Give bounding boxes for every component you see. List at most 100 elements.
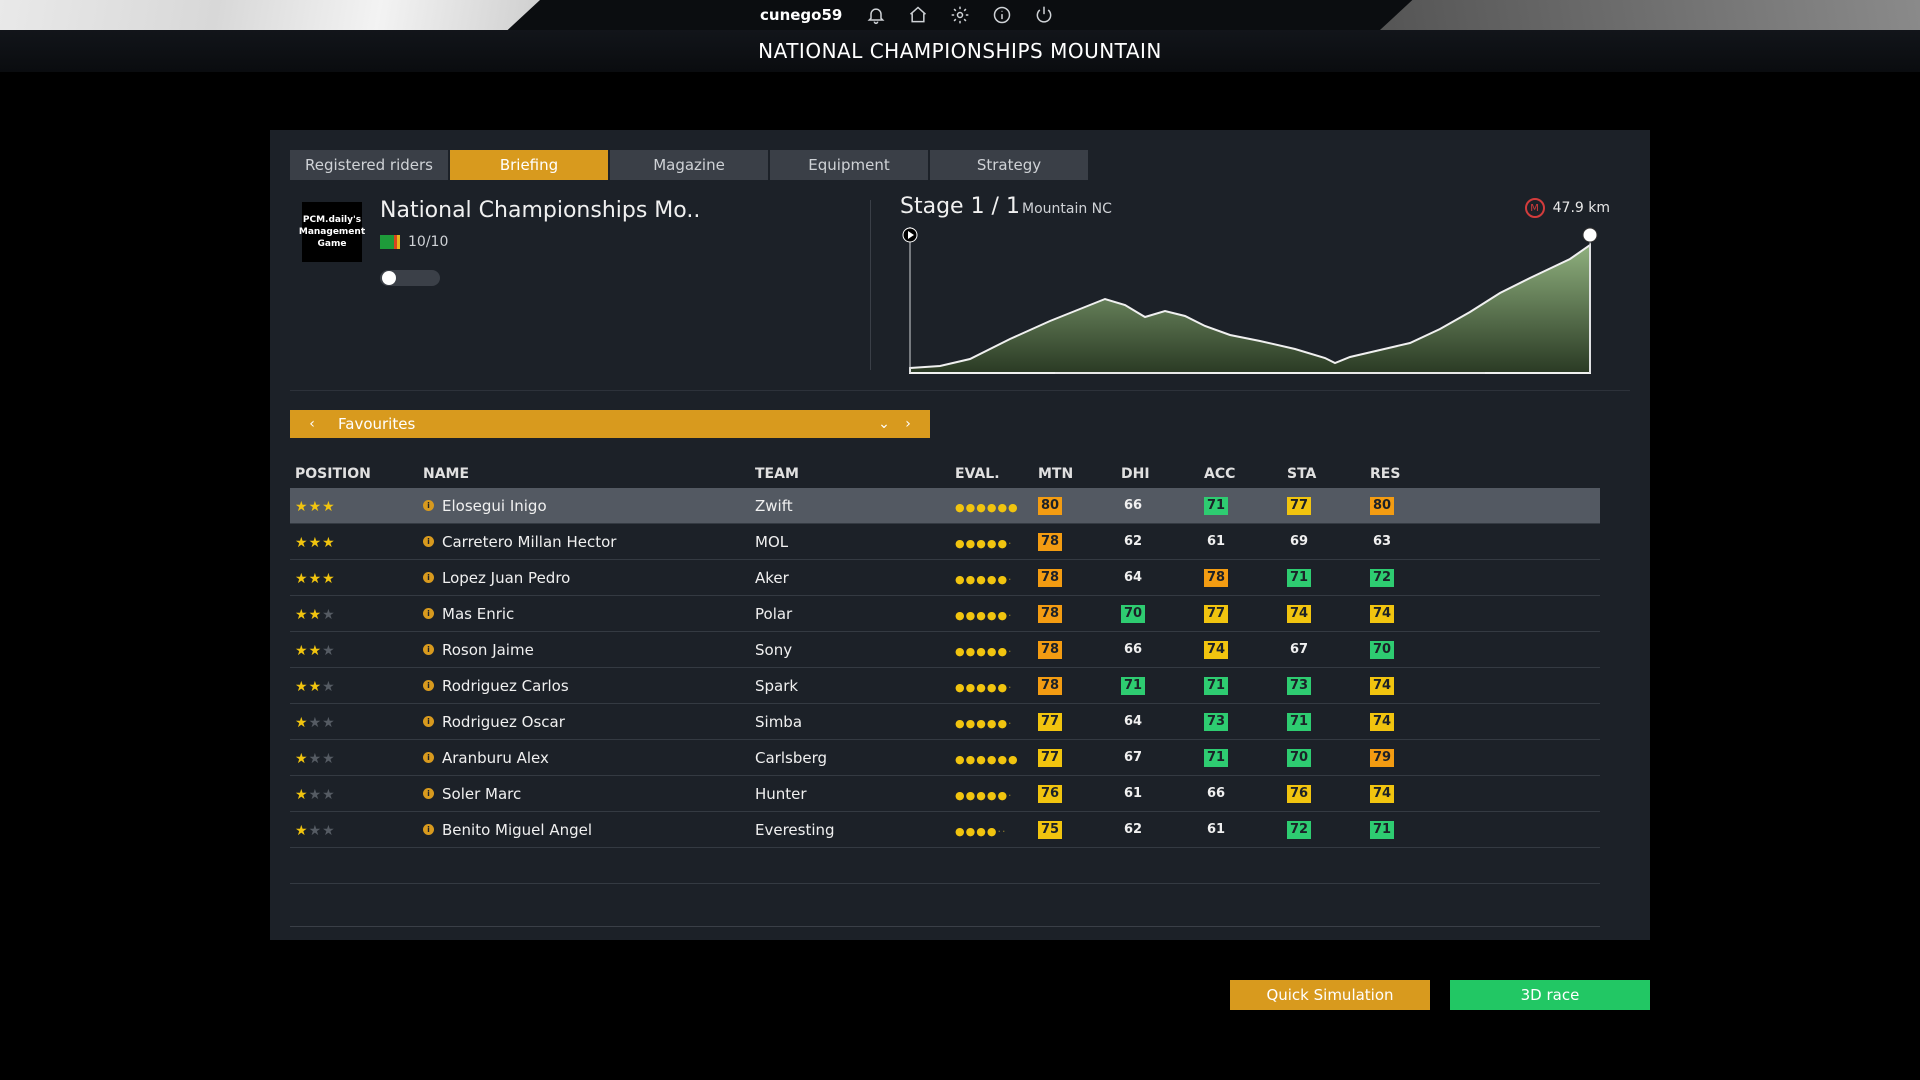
stat-sta-value: 70 <box>1287 748 1311 767</box>
header-mtn[interactable]: MTN <box>1038 466 1121 482</box>
stat-acc: 71 <box>1204 496 1287 515</box>
stat-sta: 67 <box>1287 641 1370 659</box>
table-row[interactable]: ★★★ i Carretero Millan Hector MOL ●●●●●· 78 62… <box>290 524 1600 560</box>
rider-info-icon[interactable]: i <box>423 824 434 835</box>
eval-dots-icon: ●●●●●· <box>955 644 1013 658</box>
eval-dots-icon: ●●●●●· <box>955 608 1013 622</box>
decorative-banner-left <box>0 0 540 30</box>
rider-team: Hunter <box>755 784 807 803</box>
stat-sta-value: 74 <box>1287 604 1311 623</box>
home-icon[interactable] <box>904 1 932 29</box>
rider-info-icon[interactable]: i <box>423 500 434 511</box>
table-row[interactable]: ★★★ i Aranburu Alex Carlsberg ●●●●●● 77 67 71 70… <box>290 740 1600 776</box>
table-row[interactable]: ★★★ i Rodriguez Carlos Spark ●●●●●· 78 71 71 73 7… <box>290 668 1600 704</box>
stat-dhi-value: 71 <box>1121 676 1145 695</box>
table-row[interactable]: ★★★ i Elosegui Inigo Zwift ●●●●●● 80 66 71 77 80 <box>290 488 1600 524</box>
rider-team: Aker <box>755 568 789 587</box>
star-icon: ★★★ <box>295 786 336 803</box>
gear-icon[interactable] <box>946 1 974 29</box>
weather-toggle[interactable] <box>380 270 440 286</box>
rider-stars: ★★★ <box>290 497 423 515</box>
stat-res: 74 <box>1370 784 1453 803</box>
stat-res-value: 71 <box>1370 820 1394 839</box>
rider-name[interactable]: Rodriguez Carlos <box>442 677 569 695</box>
stat-mtn-value: 80 <box>1038 496 1062 515</box>
chevron-left-icon[interactable]: ‹ <box>300 416 324 432</box>
profile-area <box>909 243 1591 374</box>
stat-sta: 74 <box>1287 604 1370 623</box>
eval-dots-icon: ●●●●●· <box>955 716 1013 730</box>
tab-registered-riders[interactable]: Registered riders <box>290 150 448 180</box>
rider-info-icon[interactable]: i <box>423 716 434 727</box>
rider-eval: ●●●●●· <box>955 677 1038 695</box>
table-row[interactable]: ★★★ i Rodriguez Oscar Simba ●●●●●· 77 64 73 71 74 <box>290 704 1600 740</box>
rider-eval: ●●●●●· <box>955 641 1038 659</box>
rider-info-icon[interactable]: i <box>423 752 434 763</box>
power-icon[interactable] <box>1030 1 1058 29</box>
table-row[interactable]: ★★★ i Roson Jaime Sony ●●●●●· 78 66 74 67 70 <box>290 632 1600 668</box>
stat-acc-value: 73 <box>1204 712 1228 731</box>
stat-mtn-value: 75 <box>1038 820 1062 839</box>
header-dhi[interactable]: DHI <box>1121 466 1204 482</box>
chevron-down-icon[interactable]: ⌄ <box>872 416 896 432</box>
star-icon: ★★★ <box>295 570 336 587</box>
info-icon[interactable] <box>988 1 1016 29</box>
bell-icon[interactable] <box>862 1 890 29</box>
eval-dots-icon: ●●●●●· <box>955 788 1013 802</box>
stat-res-value: 63 <box>1372 534 1392 549</box>
tab-briefing[interactable]: Briefing <box>450 150 608 180</box>
rider-name[interactable]: Lopez Juan Pedro <box>442 569 570 587</box>
3d-race-button[interactable]: 3D race <box>1450 980 1650 1010</box>
header-acc[interactable]: ACC <box>1204 466 1287 482</box>
quick-simulation-button[interactable]: Quick Simulation <box>1230 980 1430 1010</box>
stat-acc: 73 <box>1204 712 1287 731</box>
rider-name[interactable]: Rodriguez Oscar <box>442 713 565 731</box>
rider-stars: ★★★ <box>290 533 423 551</box>
table-row[interactable]: ★★★ i Soler Marc Hunter ●●●●●· 76 61 66 76 74 <box>290 776 1600 812</box>
stat-res: 80 <box>1370 496 1453 515</box>
rider-name[interactable]: Benito Miguel Angel <box>442 821 592 839</box>
tab-strategy[interactable]: Strategy <box>930 150 1088 180</box>
header-res[interactable]: RES <box>1370 466 1453 482</box>
chevron-right-icon[interactable]: › <box>896 416 920 432</box>
rider-name[interactable]: Elosegui Inigo <box>442 497 547 515</box>
table-row[interactable]: ★★★ i Mas Enric Polar ●●●●●· 78 70 77 74 74 <box>290 596 1600 632</box>
rider-name[interactable]: Mas Enric <box>442 605 514 623</box>
header-position[interactable]: POSITION <box>290 466 423 482</box>
header-eval[interactable]: EVAL. <box>955 466 1038 482</box>
rider-info-icon[interactable]: i <box>423 572 434 583</box>
header-name[interactable]: NAME <box>423 466 755 482</box>
star-icon: ★★★ <box>295 750 336 767</box>
username[interactable]: cunego59 <box>760 6 842 24</box>
rider-info-icon[interactable]: i <box>423 788 434 799</box>
eval-dots-icon: ●●●●●· <box>955 536 1013 550</box>
rider-name[interactable]: Aranburu Alex <box>442 749 549 767</box>
distance-value: 47.9 km <box>1552 200 1610 216</box>
rider-name[interactable]: Soler Marc <box>442 785 521 803</box>
stat-mtn-value: 78 <box>1038 568 1062 587</box>
rider-stars: ★★★ <box>290 605 423 623</box>
stat-mtn: 77 <box>1038 748 1121 767</box>
rider-info-icon[interactable]: i <box>423 644 434 655</box>
header-sta[interactable]: STA <box>1287 466 1370 482</box>
rider-info-icon[interactable]: i <box>423 680 434 691</box>
table-row[interactable]: ★★★ i Lopez Juan Pedro Aker ●●●●●· 78 64 78 71 72 <box>290 560 1600 596</box>
stat-dhi-value: 66 <box>1123 498 1143 513</box>
rider-info-icon[interactable]: i <box>423 536 434 547</box>
stage-profile[interactable] <box>900 225 1600 375</box>
rider-stars: ★★★ <box>290 569 423 587</box>
rider-info-icon[interactable]: i <box>423 608 434 619</box>
stat-dhi-value: 67 <box>1123 750 1143 765</box>
header-team[interactable]: TEAM <box>755 466 955 482</box>
star-icon: ★★★ <box>295 606 336 623</box>
rider-name[interactable]: Roson Jaime <box>442 641 534 659</box>
stat-mtn-value: 76 <box>1038 784 1062 803</box>
stat-acc: 77 <box>1204 604 1287 623</box>
star-icon: ★★★ <box>295 822 336 839</box>
rider-name[interactable]: Carretero Millan Hector <box>442 533 616 551</box>
tab-equipment[interactable]: Equipment <box>770 150 928 180</box>
tab-magazine[interactable]: Magazine <box>610 150 768 180</box>
rider-name-cell: i Soler Marc <box>423 785 755 803</box>
favourites-dropdown[interactable]: ‹ Favourites ⌄ › <box>290 410 930 438</box>
table-row[interactable]: ★★★ i Benito Miguel Angel Everesting ●●●●·· 7… <box>290 812 1600 848</box>
